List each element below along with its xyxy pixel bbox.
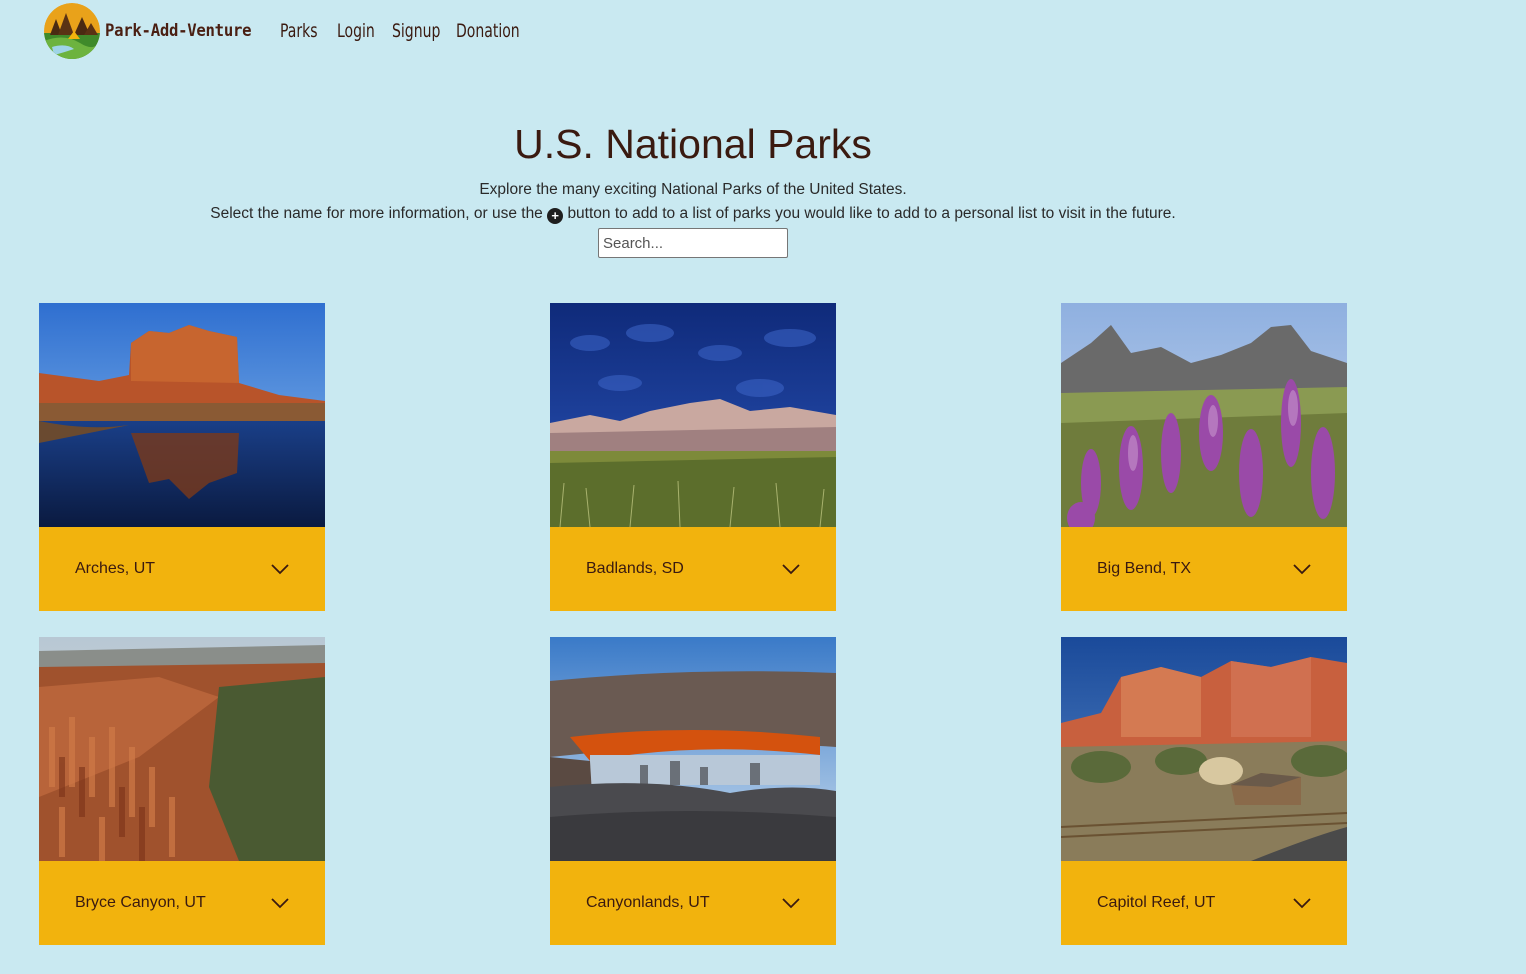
chevron-down-icon <box>271 564 289 575</box>
park-toggle-capitol-reef[interactable]: Capitol Reef, UT <box>1061 861 1347 945</box>
park-image-arches[interactable] <box>39 303 325 527</box>
search-input[interactable] <box>598 228 788 258</box>
park-name: Canyonlands, UT <box>586 894 710 911</box>
chevron-down-icon <box>1293 564 1311 575</box>
intro-text: Explore the many exciting National Parks… <box>0 178 1386 226</box>
chevron-down-icon <box>1293 898 1311 909</box>
hero-section: U.S. National Parks Explore the many exc… <box>0 118 1386 258</box>
brand-name[interactable]: Park-Add-Venture <box>105 21 252 41</box>
nav-link-donation[interactable]: Donation <box>456 20 520 42</box>
park-name: Bryce Canyon, UT <box>75 894 206 911</box>
intro-line-2-start: Select the name for more information, or… <box>210 205 543 222</box>
park-toggle-arches[interactable]: Arches, UT <box>39 527 325 611</box>
park-card: Canyonlands, UT <box>550 637 836 945</box>
park-toggle-bryce-canyon[interactable]: Bryce Canyon, UT <box>39 861 325 945</box>
park-toggle-big-bend[interactable]: Big Bend, TX <box>1061 527 1347 611</box>
park-image-big-bend[interactable] <box>1061 303 1347 527</box>
park-logo-icon[interactable] <box>44 3 100 59</box>
park-card: Capitol Reef, UT <box>1061 637 1347 945</box>
page-title: U.S. National Parks <box>514 121 872 167</box>
park-card: Arches, UT <box>39 303 325 611</box>
nav-link-signup[interactable]: Signup <box>392 20 440 42</box>
park-image-capitol-reef[interactable] <box>1061 637 1347 861</box>
nav-link-parks[interactable]: Parks <box>280 20 318 42</box>
park-name: Badlands, SD <box>586 560 684 577</box>
park-image-badlands[interactable] <box>550 303 836 527</box>
park-toggle-badlands[interactable]: Badlands, SD <box>550 527 836 611</box>
top-nav: Park-Add-Venture Parks Login Signup Dona… <box>44 3 541 59</box>
park-card: Big Bend, TX <box>1061 303 1347 611</box>
chevron-down-icon <box>782 564 800 575</box>
park-image-bryce-canyon[interactable] <box>39 637 325 861</box>
chevron-down-icon <box>271 898 289 909</box>
nav-link-login[interactable]: Login <box>337 20 375 42</box>
park-toggle-canyonlands[interactable]: Canyonlands, UT <box>550 861 836 945</box>
intro-line-2-end: button to add to a list of parks you wou… <box>567 205 1176 222</box>
park-card: Bryce Canyon, UT <box>39 637 325 945</box>
park-name: Capitol Reef, UT <box>1097 894 1216 911</box>
chevron-down-icon <box>782 898 800 909</box>
add-circle-icon: + <box>547 208 564 224</box>
park-name: Arches, UT <box>75 560 156 577</box>
park-image-canyonlands[interactable] <box>550 637 836 861</box>
intro-line-1: Explore the many exciting National Parks… <box>479 181 907 198</box>
nav-links: Parks Login Signup Donation <box>280 20 541 42</box>
park-name: Big Bend, TX <box>1097 560 1191 577</box>
park-card: Badlands, SD <box>550 303 836 611</box>
